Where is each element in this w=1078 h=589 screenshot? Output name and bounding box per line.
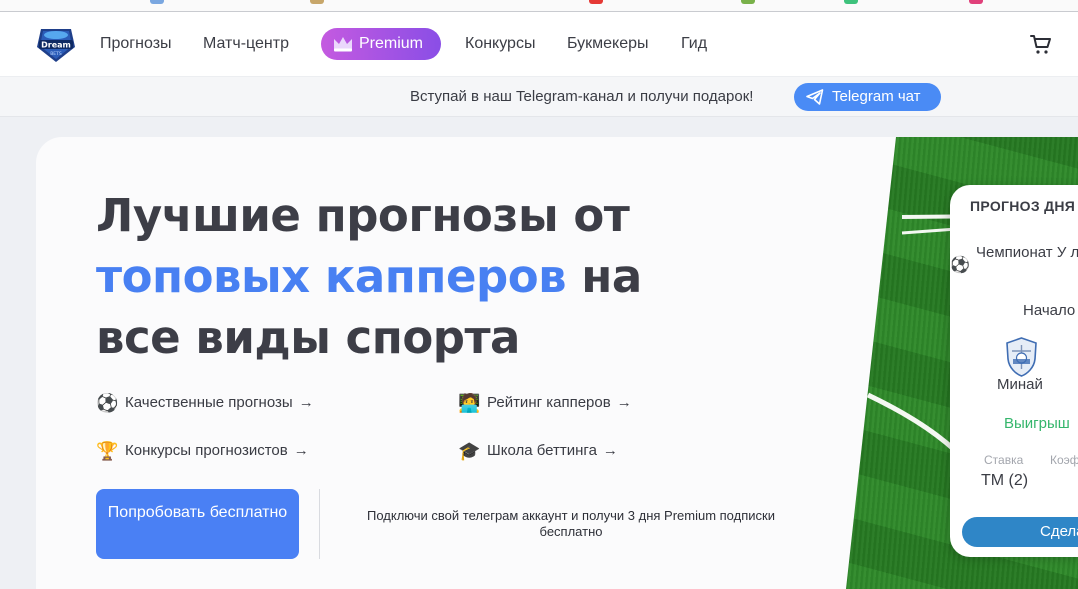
- telegram-banner: Вступай в наш Telegram-канал и получи по…: [0, 76, 1078, 117]
- feature-label: Школа беттинга: [487, 442, 597, 459]
- feature-label: Рейтинг капперов: [487, 394, 611, 411]
- nav-match-center[interactable]: Матч-центр: [203, 12, 289, 76]
- stake-label: Ставка: [984, 453, 1024, 467]
- site-header: Dream BETS Прогнозы Матч-центр Premium К…: [0, 12, 1078, 76]
- cart-icon[interactable]: [1029, 32, 1053, 56]
- hero-title: Лучшие прогнозы от топовых капперов на в…: [96, 185, 642, 368]
- telegram-plane-icon: [806, 89, 824, 105]
- coef-label: Коэф: [1050, 453, 1078, 467]
- stake-value: ТМ (2): [981, 472, 1029, 489]
- soccer-ball-icon: ⚽: [950, 257, 970, 274]
- hero-title-line2-rest: на: [566, 250, 642, 303]
- telegram-chat-label: Telegram чат: [832, 88, 921, 105]
- feature-tipster-contests[interactable]: 🏆 Конкурсы прогнозистов →: [96, 439, 309, 463]
- team-name: Минай: [997, 376, 1043, 393]
- dream-bets-logo[interactable]: Dream BETS: [35, 25, 77, 63]
- arrow-right-icon: →: [602, 442, 618, 459]
- arrow-right-icon: →: [293, 442, 309, 459]
- try-free-button[interactable]: Попробовать бесплатно: [96, 489, 299, 559]
- banner-text: Вступай в наш Telegram-канал и получи по…: [410, 88, 754, 105]
- arrow-right-icon: →: [298, 394, 314, 411]
- nav-bookmakers[interactable]: Букмекеры: [567, 12, 649, 76]
- telegram-chat-button[interactable]: Telegram чат: [794, 83, 941, 111]
- card-title: ПРОГНОЗ ДНЯ: [970, 198, 1076, 214]
- svg-text:Dream: Dream: [41, 41, 71, 50]
- nav-contests[interactable]: Конкурсы: [465, 12, 535, 76]
- hero-title-line3: все виды спорта: [96, 311, 520, 364]
- feature-label: Качественные прогнозы: [125, 394, 293, 411]
- premium-label: Premium: [359, 35, 424, 52]
- crown-icon: [334, 37, 352, 52]
- cta-divider: [319, 489, 320, 559]
- hero-title-highlight: топовых капперов: [96, 250, 567, 303]
- forecast-of-day-card: ПРОГНОЗ ДНЯ ⚽ Чемпионат У лига Начало Ми…: [950, 185, 1078, 557]
- league-name: Чемпионат У лига: [976, 244, 1078, 261]
- graduation-cap-icon: 🎓: [458, 441, 481, 462]
- feature-tipster-rating[interactable]: 🧑‍💻 Рейтинг капперов →: [458, 391, 632, 415]
- hero-title-line1: Лучшие прогнозы от: [96, 189, 630, 242]
- match-start-label: Начало: [1023, 302, 1076, 319]
- feature-quality-predictions[interactable]: ⚽ Качественные прогнозы →: [96, 391, 314, 415]
- trophy-icon: 🏆: [96, 441, 119, 462]
- feature-label: Конкурсы прогнозистов: [125, 442, 288, 459]
- premium-button[interactable]: Premium: [321, 28, 441, 60]
- technologist-icon: 🧑‍💻: [458, 393, 481, 414]
- make-bet-button[interactable]: Сдела: [962, 517, 1078, 547]
- browser-tab-strip: [0, 0, 1078, 12]
- team-crest-icon: [1006, 337, 1037, 377]
- hero-section: Лучшие прогнозы от топовых капперов на в…: [36, 137, 1078, 589]
- arrow-right-icon: →: [616, 394, 632, 411]
- cta-note: Подключи свой телеграм аккаунт и получи …: [367, 508, 775, 539]
- soccer-ball-icon: ⚽: [96, 393, 119, 414]
- nav-predictions[interactable]: Прогнозы: [100, 12, 172, 76]
- nav-guide[interactable]: Гид: [681, 12, 707, 76]
- svg-text:BETS: BETS: [50, 51, 62, 57]
- feature-betting-school[interactable]: 🎓 Школа беттинга →: [458, 439, 618, 463]
- outcome-label: Выигрыш: [1004, 415, 1070, 432]
